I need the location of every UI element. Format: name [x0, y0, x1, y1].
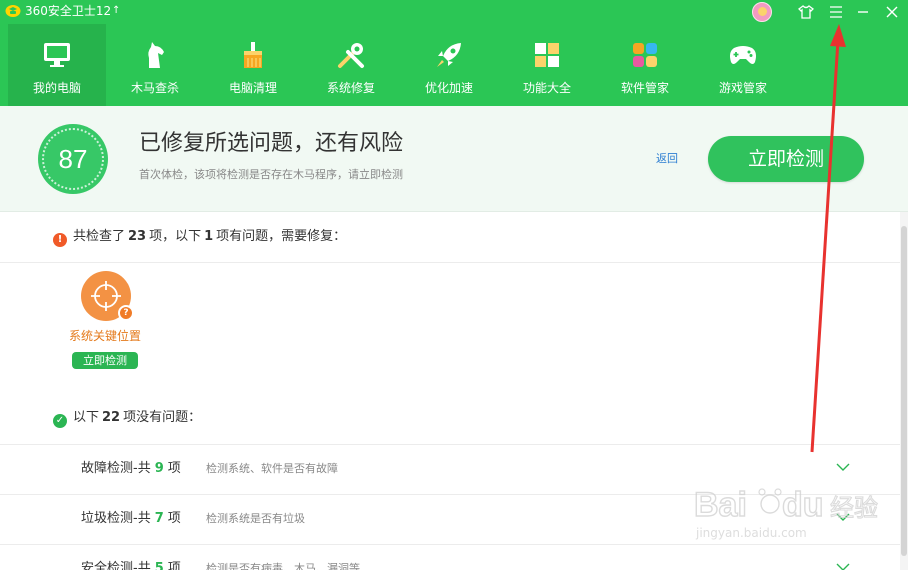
category-desc: 检测系统是否有垃圾	[206, 512, 305, 525]
nav-label: 功能大全	[522, 81, 571, 95]
user-avatar[interactable]	[752, 2, 772, 22]
nav-my-computer[interactable]: 我的电脑	[8, 24, 106, 106]
close-icon[interactable]	[882, 2, 902, 22]
summary-suffix: 项有问题，需要修复：	[216, 229, 347, 244]
nav-label: 游戏管家	[718, 81, 767, 95]
watermark-url: jingyan.baidu.com	[696, 526, 807, 540]
chevron-down-icon[interactable]	[835, 459, 851, 475]
nav-label: 电脑清理	[228, 81, 277, 95]
title-bar: 360安全卫士12 ↑	[0, 0, 908, 24]
svg-text:经验: 经验	[830, 494, 878, 522]
score-ring: 87	[38, 124, 108, 194]
grid-icon	[535, 43, 559, 67]
scan-now-button[interactable]: 立即检测	[708, 136, 864, 182]
health-score: 87	[58, 144, 88, 174]
help-badge-icon: ?	[118, 305, 134, 321]
status-title: 已修复所选问题，还有风险	[139, 131, 404, 156]
issue-label: 系统关键位置	[68, 329, 141, 343]
problem-count: 1	[204, 229, 214, 244]
wrench-icon	[338, 43, 364, 68]
rocket-icon	[437, 43, 461, 67]
category-name: 安全检测-共 5 项	[81, 561, 181, 570]
check-icon: ✓	[53, 414, 67, 428]
nav-cleanup[interactable]: 电脑清理	[204, 24, 302, 106]
nav-features[interactable]: 功能大全	[498, 24, 596, 106]
summary-middle: 项，以下	[149, 229, 202, 244]
warning-icon: !	[53, 233, 67, 247]
nav-software-manager[interactable]: 软件管家	[596, 24, 694, 106]
shirt-icon[interactable]	[796, 2, 816, 22]
broom-icon	[244, 42, 262, 68]
nav-game-manager[interactable]: 游戏管家	[694, 24, 792, 106]
summary-prefix: 共检查了	[73, 229, 126, 244]
apps-icon	[633, 43, 657, 67]
checked-count: 23	[128, 229, 147, 244]
crosshair-icon: ?	[81, 271, 134, 321]
nav-label: 优化加速	[424, 81, 473, 95]
app-window: 360安全卫士12 ↑ 我的电脑 木马查杀 电脑清理 系统修复 优化加速 功能大…	[0, 0, 908, 570]
ok-prefix: 以下	[73, 410, 100, 425]
horse-icon	[148, 42, 164, 68]
ok-suffix: 项没有问题：	[123, 410, 202, 425]
category-name: 故障检测-共 9 项	[81, 461, 181, 476]
issue-card[interactable]: ? 系统关键位置 立即检测	[62, 270, 148, 370]
category-name: 垃圾检测-共 7 项	[81, 511, 181, 526]
svg-text:du: du	[782, 486, 824, 524]
status-panel: 87 已修复所选问题，还有风险 首次体检，该项将检测是否存在木马程序，请立即检测…	[0, 106, 908, 212]
nav-label: 软件管家	[620, 81, 669, 95]
nav-label: 木马查杀	[130, 81, 179, 95]
minimize-icon[interactable]	[853, 2, 873, 22]
problem-summary: ! 共检查了 23 项，以下 1 项有问题，需要修复：	[53, 228, 347, 247]
nav-system-repair[interactable]: 系统修复	[302, 24, 400, 106]
chevron-down-icon[interactable]	[835, 559, 851, 570]
baidu-watermark: Bai du 经验 jingyan.baidu.com	[690, 482, 890, 552]
svg-text:Bai: Bai	[694, 486, 747, 524]
nav-label: 系统修复	[326, 81, 375, 95]
360-logo-icon	[5, 5, 21, 17]
nav-speedup[interactable]: 优化加速	[400, 24, 498, 106]
ok-count: 22	[102, 410, 121, 425]
nav-trojan-scan[interactable]: 木马查杀	[106, 24, 204, 106]
update-arrow-icon[interactable]: ↑	[112, 4, 120, 18]
computer-icon	[44, 43, 70, 67]
category-desc: 检测系统、软件是否有故障	[206, 462, 338, 475]
scrollbar-thumb[interactable]	[901, 226, 907, 556]
ok-summary: ✓ 以下 22 项没有问题：	[53, 409, 202, 428]
gamepad-icon	[730, 46, 756, 64]
main-nav: 我的电脑 木马查杀 电脑清理 系统修复 优化加速 功能大全 软件管家 游戏管家	[0, 24, 908, 106]
baidu-logo-icon: Bai du 经验	[693, 485, 878, 524]
issue-scan-button[interactable]: 立即检测	[72, 352, 138, 369]
category-desc: 检测是否有病毒、木马、漏洞等	[206, 562, 360, 570]
back-link[interactable]: 返回	[656, 152, 678, 166]
app-title: 360安全卫士12	[25, 4, 112, 18]
status-subtitle: 首次体检，该项将检测是否存在木马程序，请立即检测	[139, 168, 403, 181]
menu-icon[interactable]	[826, 2, 846, 22]
nav-label: 我的电脑	[32, 81, 81, 95]
divider	[0, 262, 900, 263]
